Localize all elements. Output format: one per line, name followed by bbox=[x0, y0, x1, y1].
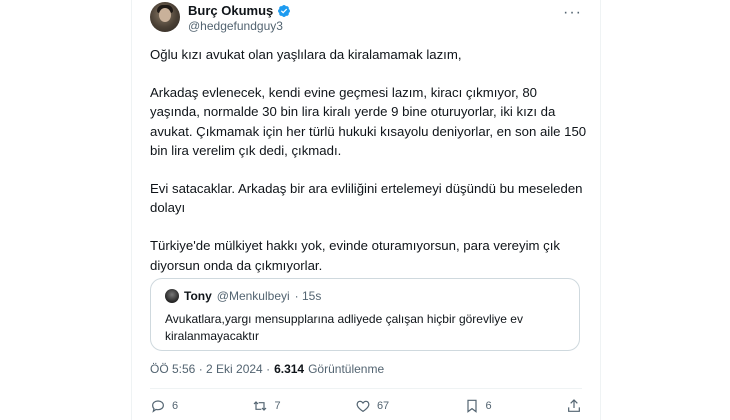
reply-icon bbox=[152, 400, 164, 413]
reply-count: 6 bbox=[172, 400, 179, 412]
quoted-author-avatar bbox=[165, 289, 179, 303]
like-button[interactable]: 67 bbox=[355, 398, 389, 414]
views-count: 6.314 bbox=[274, 362, 305, 376]
bookmark-count: 6 bbox=[485, 400, 492, 412]
avatar-face bbox=[159, 8, 171, 22]
retweet-button[interactable]: 7 bbox=[252, 398, 281, 414]
quoted-tweet-time: · 15s bbox=[294, 289, 322, 303]
author-avatar[interactable] bbox=[150, 2, 180, 32]
retweet-count: 7 bbox=[274, 400, 281, 412]
action-bar: 6 7 67 6 bbox=[150, 398, 582, 414]
share-icon bbox=[568, 399, 580, 412]
tweet-text: Oğlu kızı avukat olan yaşlılara da kiral… bbox=[150, 45, 590, 294]
quoted-tweet-header: Tony @Menkulbeyi · 15s bbox=[165, 289, 321, 303]
tweet-paragraph: Türkiye'de mülkiyet hakkı yok, evinde ot… bbox=[150, 238, 561, 273]
tweet-paragraph: Oğlu kızı avukat olan yaşlılara da kiral… bbox=[150, 47, 462, 62]
quoted-tweet[interactable]: Tony @Menkulbeyi · 15s Avukatlara,yargı … bbox=[150, 278, 580, 351]
author-name-row: Burç Okumuş bbox=[188, 3, 291, 18]
quoted-author-handle: @Menkulbeyi bbox=[216, 289, 290, 303]
tweet-paragraph: Arkadaş evlenecek, kendi evine geçmesi l… bbox=[150, 85, 587, 158]
quoted-author-name: Tony bbox=[184, 289, 212, 303]
heart-icon bbox=[356, 400, 370, 413]
tweet-meta: ÖÖ 5:56 · 2 Eki 2024 · 6.314 Görüntülenm… bbox=[150, 362, 384, 376]
divider bbox=[150, 388, 582, 389]
verified-badge-icon bbox=[278, 4, 291, 17]
tweet-timestamp[interactable]: ÖÖ 5:56 · 2 Eki 2024 · bbox=[150, 362, 270, 376]
quoted-tweet-text: Avukatlara,yargı mensupplarına adliyede … bbox=[165, 312, 523, 343]
author-handle[interactable]: @hedgefundguy3 bbox=[188, 19, 283, 33]
more-options-icon[interactable]: ··· bbox=[563, 4, 582, 22]
share-button[interactable] bbox=[566, 398, 582, 414]
bookmark-button[interactable]: 6 bbox=[464, 398, 492, 414]
author-display-name[interactable]: Burç Okumuş bbox=[188, 3, 273, 18]
views-label: Görüntülenme bbox=[308, 362, 385, 376]
tweet-paragraph: Evi satacaklar. Arkadaş bir ara evliliği… bbox=[150, 181, 583, 216]
retweet-icon bbox=[254, 401, 267, 411]
bookmark-icon bbox=[466, 399, 477, 413]
tweet-card: Burç Okumuş @hedgefundguy3 ··· Oğlu kızı… bbox=[131, 0, 601, 420]
reply-button[interactable]: 6 bbox=[150, 398, 178, 414]
like-count: 67 bbox=[376, 400, 390, 412]
